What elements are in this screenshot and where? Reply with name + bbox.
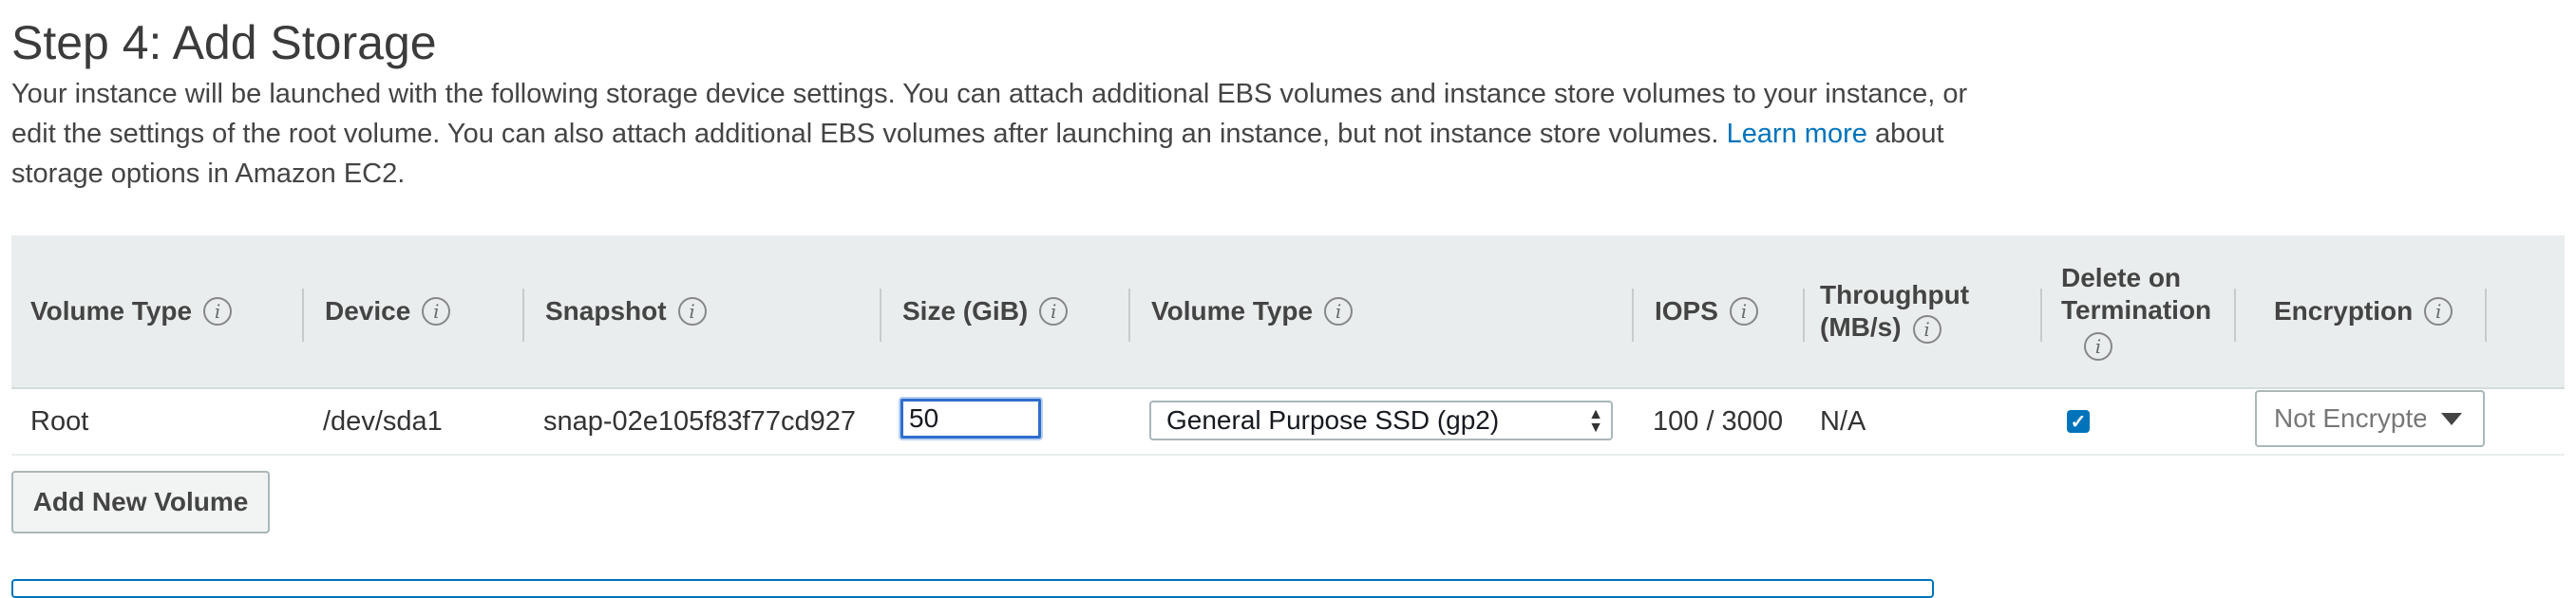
column-divider xyxy=(522,289,524,342)
cell-iops: 100 / 3000 xyxy=(1653,405,1784,437)
volume-type-select[interactable]: General Purpose SSD (gp2) ▲ ▼ xyxy=(1149,401,1613,440)
header-label: Size (GiB) xyxy=(902,296,1029,326)
header-label-line-2: (MB/s) i xyxy=(1820,311,1969,344)
header-snapshot: Snapshot i xyxy=(545,235,707,387)
header-label: Throughput xyxy=(1820,280,1970,309)
info-icon[interactable]: i xyxy=(1039,297,1069,326)
header-encryption: Encryption i xyxy=(2274,235,2453,387)
info-icon[interactable]: i xyxy=(1912,314,1941,344)
column-divider xyxy=(1803,289,1805,342)
info-icon[interactable]: i xyxy=(1729,297,1758,326)
column-divider xyxy=(1128,289,1130,342)
header-label-line-2: Termination xyxy=(2061,295,2212,325)
column-divider xyxy=(302,289,304,342)
column-divider xyxy=(2234,289,2236,342)
header-label: Volume Type xyxy=(30,296,193,326)
header-iops: IOPS i xyxy=(1655,235,1758,387)
column-divider xyxy=(2485,289,2487,342)
info-icon-row: i xyxy=(2061,328,2211,361)
header-label: Snapshot xyxy=(545,296,667,326)
header-label: IOPS xyxy=(1655,296,1718,326)
encryption-select[interactable]: Not Encrypted xyxy=(2255,390,2485,447)
header-label-group: Delete on Termination i xyxy=(2061,262,2211,361)
info-icon[interactable]: i xyxy=(203,297,233,326)
info-icon[interactable]: i xyxy=(677,297,707,326)
size-input[interactable] xyxy=(900,399,1041,439)
info-icon[interactable]: i xyxy=(2424,297,2453,326)
header-label: Volume Type xyxy=(1151,296,1314,326)
column-divider xyxy=(2040,289,2042,342)
info-icon[interactable]: i xyxy=(1324,297,1354,326)
info-panel-border xyxy=(11,579,1934,598)
cell-volume-type: Root xyxy=(30,405,89,437)
page-title: Step 4: Add Storage xyxy=(11,16,437,69)
select-arrows-icon: ▲ ▼ xyxy=(1588,406,1603,436)
header-label: Delete on xyxy=(2061,263,2182,292)
column-divider xyxy=(1632,289,1634,342)
header-label: Encryption xyxy=(2274,296,2414,326)
volume-type-value: General Purpose SSD (gp2) xyxy=(1166,405,1500,435)
page-description: Your instance will be launched with the … xyxy=(11,74,1987,194)
encryption-value: Not Encrypted xyxy=(2274,403,2426,433)
header-device: Device i xyxy=(325,235,451,387)
delete-on-termination-checkbox[interactable]: ✓ xyxy=(2067,410,2090,433)
info-icon[interactable]: i xyxy=(422,297,451,326)
cell-throughput: N/A xyxy=(1820,405,1866,437)
header-throughput: Throughput (MB/s) i xyxy=(1820,235,1969,387)
header-volume-type: Volume Type i xyxy=(30,235,233,387)
info-icon[interactable]: i xyxy=(2084,331,2112,361)
header-ebs-volume-type: Volume Type i xyxy=(1151,235,1354,387)
cell-device: /dev/sda1 xyxy=(323,405,443,437)
header-delete-on-termination: Delete on Termination i xyxy=(2061,235,2211,387)
column-divider xyxy=(880,289,881,342)
header-label: Device xyxy=(325,296,411,326)
cell-snapshot: snap-02e105f83f77cd927 xyxy=(543,405,856,437)
table-header: Volume Type i Device i Snapshot i Size (… xyxy=(11,235,2565,389)
description-text: Your instance will be launched with the … xyxy=(11,79,1968,149)
learn-more-link[interactable]: Learn more xyxy=(1727,119,1867,149)
header-size: Size (GiB) i xyxy=(902,235,1069,387)
header-label-group: Throughput (MB/s) i xyxy=(1820,279,1969,344)
header-label: (MB/s) xyxy=(1820,312,1902,342)
add-new-volume-button[interactable]: Add New Volume xyxy=(11,471,270,533)
caret-down-icon xyxy=(2441,413,2462,425)
